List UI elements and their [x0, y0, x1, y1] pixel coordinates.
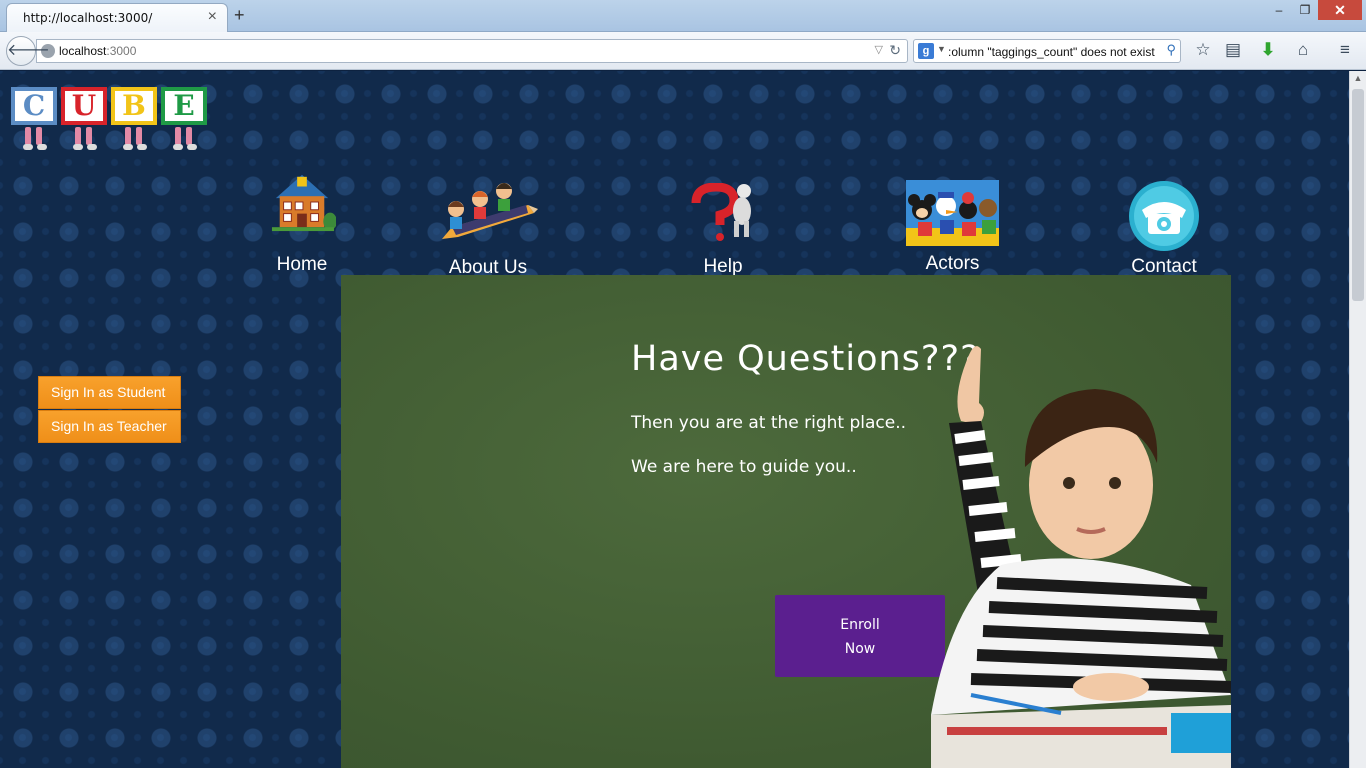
question-figure-icon [691, 182, 751, 241]
google-icon[interactable]: g [918, 43, 934, 59]
maximize-button[interactable]: ❐ [1294, 0, 1316, 20]
browser-window: http://localhost:3000/ × + – ❐ ✕ localho… [0, 0, 1366, 768]
enroll-now-button[interactable]: Enroll Now [775, 595, 945, 677]
kids-pencil-icon [442, 183, 538, 239]
browser-tab[interactable]: http://localhost:3000/ × [6, 3, 228, 32]
logo-block-e: E [161, 87, 207, 150]
logo-block-u: U [61, 87, 107, 150]
tab-close-icon[interactable]: × [208, 8, 217, 26]
search-bar[interactable]: g ▼ :olumn "taggings_count" does not exi… [913, 39, 1181, 63]
logo-block-b: B [111, 87, 157, 150]
logo-block-c: C [11, 87, 57, 150]
tab-title: http://localhost:3000/ [23, 11, 153, 25]
child-raising-hand-image [931, 346, 1231, 768]
sign-in-student-button[interactable]: Sign In as Student [38, 376, 181, 409]
board-text-line-1: Then you are at the right place.. [631, 413, 907, 433]
scroll-up-arrow-icon[interactable]: ▲ [1350, 73, 1366, 87]
window-close-button[interactable]: ✕ [1318, 0, 1362, 20]
url-history-dropdown-icon[interactable]: ▽ [875, 43, 883, 56]
nav-contact[interactable]: Contact [1124, 180, 1204, 277]
nav-actors[interactable]: Actors [906, 180, 999, 274]
nav-home[interactable]: Home [262, 171, 342, 275]
house-icon [271, 174, 337, 232]
scrollbar-thumb[interactable] [1352, 89, 1364, 301]
sign-in-teacher-button[interactable]: Sign In as Teacher [38, 410, 181, 443]
search-engine-dropdown-icon[interactable]: ▼ [937, 44, 946, 54]
enroll-label-line-1: Enroll [840, 617, 880, 633]
home-icon[interactable]: ⌂ [1292, 40, 1314, 60]
enroll-label-line-2: Now [844, 641, 876, 657]
reload-icon[interactable]: ↻ [889, 42, 901, 59]
nav-about-us[interactable]: About Us [438, 179, 538, 278]
telephone-icon [1129, 181, 1199, 251]
tab-strip: http://localhost:3000/ × + – ❐ ✕ [0, 0, 1366, 32]
download-icon[interactable]: ⬇ [1257, 40, 1279, 60]
search-magnifier-icon[interactable]: ⚲ [1166, 42, 1176, 58]
back-arrow-icon: 🡐 [7, 42, 50, 59]
chalkboard-panel: Have Questions??? Then you are at the ri… [341, 275, 1231, 768]
search-input[interactable]: :olumn "taggings_count" does not exist [948, 45, 1160, 59]
navigation-toolbar: localhost:3000 ▽ ↻ 🡐 g ▼ :olumn "tagging… [0, 32, 1366, 70]
cartoon-characters-icon [906, 180, 999, 246]
cube-logo[interactable]: C U B E [11, 87, 211, 150]
nav-home-label: Home [276, 254, 328, 275]
url-text: localhost:3000 [59, 44, 137, 58]
bookmarks-list-icon[interactable]: ▤ [1222, 40, 1244, 60]
board-text-line-2: We are here to guide you.. [631, 457, 857, 477]
bookmark-star-icon[interactable]: ☆ [1192, 40, 1214, 60]
page-content: C U B E Home About Us Help Actors Contac… [0, 71, 1349, 768]
url-bar[interactable]: localhost:3000 ▽ ↻ [36, 39, 908, 63]
minimize-button[interactable]: – [1268, 0, 1290, 20]
board-title: Have Questions??? [631, 339, 980, 379]
new-tab-button[interactable]: + [234, 5, 245, 26]
page-scrollbar[interactable]: ▲ [1349, 71, 1366, 768]
back-button[interactable]: 🡐 [6, 36, 50, 66]
nav-help[interactable]: Help [683, 182, 763, 277]
nav-actors-label: Actors [925, 253, 980, 274]
menu-icon[interactable]: ≡ [1334, 40, 1356, 60]
